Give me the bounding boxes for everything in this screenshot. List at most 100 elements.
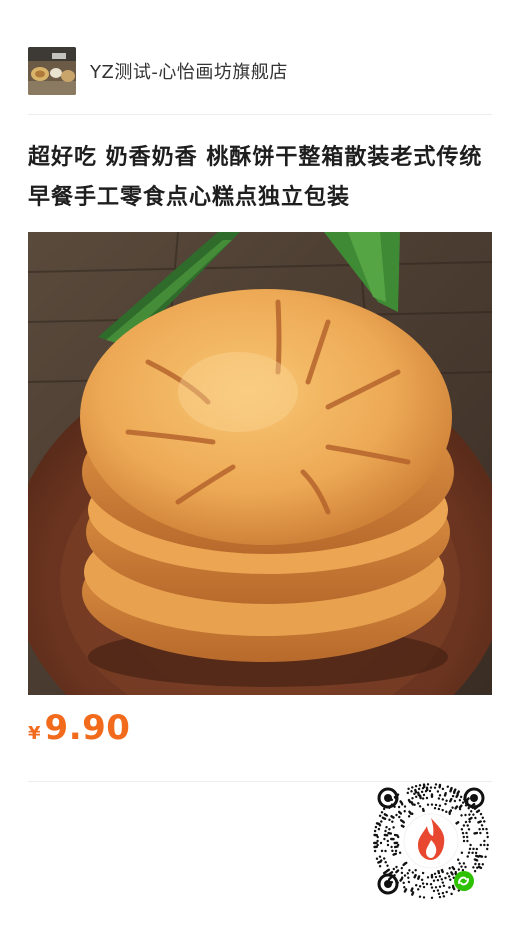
qr-dot xyxy=(437,797,441,800)
qr-dot xyxy=(411,871,415,874)
qr-dot xyxy=(443,792,447,797)
mini-program-qr-code[interactable] xyxy=(372,782,490,900)
qr-dot xyxy=(485,827,488,831)
qr-dot xyxy=(434,875,438,879)
qr-dot xyxy=(398,815,401,819)
qr-dot xyxy=(441,798,444,801)
qr-dot xyxy=(468,847,472,851)
qr-dot xyxy=(384,860,387,864)
qr-dot xyxy=(380,849,384,853)
qr-dot xyxy=(447,875,451,878)
qr-dot xyxy=(437,807,441,811)
qr-dot xyxy=(417,791,421,797)
qr-dot xyxy=(448,886,451,889)
shop-name[interactable]: YZ测试-心怡画坊旗舰店 xyxy=(90,58,288,84)
qr-dot xyxy=(471,851,474,855)
qr-dot xyxy=(384,829,387,833)
qr-dot xyxy=(441,881,445,884)
qr-dot xyxy=(417,888,420,891)
qr-dot xyxy=(426,803,430,806)
qr-dot xyxy=(479,831,482,835)
qr-dot xyxy=(375,857,379,860)
qr-dot xyxy=(434,783,438,786)
qr-dot xyxy=(417,802,420,805)
qr-dot xyxy=(483,843,486,847)
qr-dot xyxy=(445,890,448,894)
product-title: 超好吃 奶香奶香 桃酥饼干整箱散装老式传统早餐手工零食点心糕点独立包装 xyxy=(28,145,483,210)
qr-dot xyxy=(486,835,489,839)
qr-dot xyxy=(478,828,481,831)
shop-avatar[interactable] xyxy=(28,47,76,95)
qr-dot xyxy=(380,820,383,823)
qr-dot xyxy=(473,869,477,873)
qr-dot xyxy=(459,795,463,799)
qr-dot xyxy=(485,831,489,835)
qr-dot xyxy=(468,820,471,823)
qr-dot xyxy=(466,839,469,843)
qr-dot xyxy=(460,828,464,831)
qr-dot xyxy=(418,784,422,787)
qr-dot xyxy=(386,864,389,867)
qr-dot xyxy=(432,889,436,893)
qr-dot xyxy=(466,824,469,827)
qr-dot xyxy=(383,833,389,837)
qr-dot xyxy=(433,786,437,789)
qr-dot xyxy=(378,814,382,817)
qr-dot xyxy=(425,882,429,886)
qr-dot xyxy=(481,827,485,831)
qr-dot xyxy=(481,816,485,819)
qr-dot xyxy=(406,791,409,795)
qr-dot xyxy=(480,824,484,827)
qr-dot xyxy=(373,829,377,833)
qr-dot xyxy=(438,875,442,878)
qr-dot xyxy=(451,794,455,798)
price-value: 9.90 xyxy=(44,708,131,748)
qr-dot xyxy=(477,820,482,824)
qr-dot xyxy=(475,809,481,814)
qr-dot xyxy=(469,810,473,813)
qr-dot xyxy=(465,835,469,839)
shop-header[interactable]: YZ测试-心怡画坊旗舰店 xyxy=(28,46,492,96)
qr-dot xyxy=(442,884,446,888)
qr-dot xyxy=(415,795,418,799)
qr-dot xyxy=(411,786,414,789)
qr-dot xyxy=(407,815,411,818)
qr-dot xyxy=(426,783,430,786)
qr-dot xyxy=(383,857,386,860)
qr-dot xyxy=(422,896,426,899)
qr-dot xyxy=(440,878,444,881)
qr-dot xyxy=(485,847,489,851)
qr-dot xyxy=(450,871,454,876)
qr-dot xyxy=(467,828,471,831)
qr-dot xyxy=(468,813,471,816)
qr-dot xyxy=(434,803,438,807)
qr-dot xyxy=(479,812,483,816)
qr-dot xyxy=(461,831,465,835)
qr-dot xyxy=(408,869,411,872)
header-divider xyxy=(28,114,492,115)
qr-dot xyxy=(428,789,432,793)
qr-dot xyxy=(372,841,378,845)
qr-dot xyxy=(429,786,433,789)
qr-dot xyxy=(414,784,418,788)
qr-dot xyxy=(392,852,398,856)
qr-dot xyxy=(460,851,464,854)
qr-dot xyxy=(400,866,404,870)
qr-dot xyxy=(438,794,442,797)
qr-dot xyxy=(398,851,402,854)
qr-dot xyxy=(414,868,417,872)
qr-dot xyxy=(379,841,383,845)
qr-dot xyxy=(386,843,390,847)
qr-dot xyxy=(373,833,379,837)
qr-dot xyxy=(430,886,434,889)
qr-dot xyxy=(389,837,395,841)
qr-dot xyxy=(388,827,391,831)
qr-dot xyxy=(454,805,459,810)
qr-dot xyxy=(421,882,425,885)
qr-dot xyxy=(430,896,434,900)
qr-dot xyxy=(474,862,477,866)
qr-dot xyxy=(450,892,453,896)
qr-dot xyxy=(375,822,381,826)
qr-dot xyxy=(420,790,424,793)
qr-dot xyxy=(441,808,444,812)
